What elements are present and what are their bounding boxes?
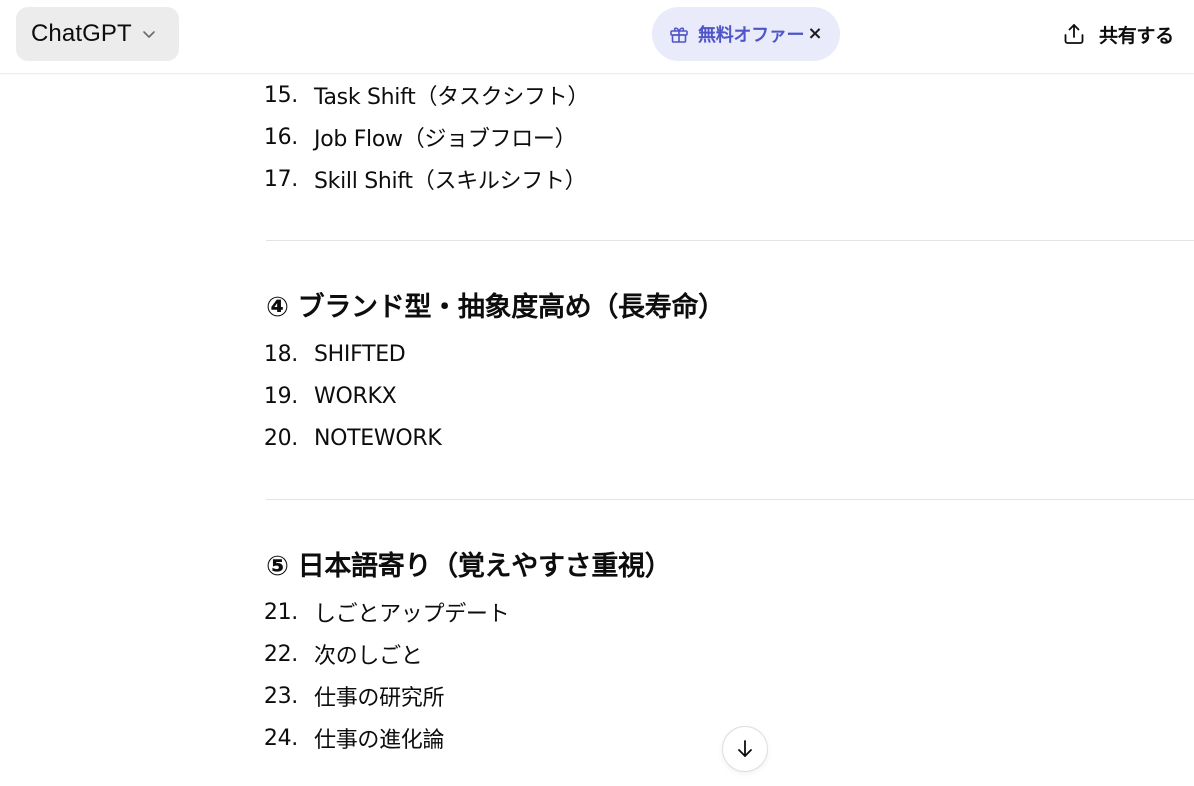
share-icon: [1061, 21, 1087, 47]
list-item: 17. Skill Shift（スキルシフト）: [264, 164, 587, 195]
arrow-down-icon: [734, 738, 756, 760]
list-number: 24.: [263, 725, 298, 751]
list-number: 21.: [263, 599, 298, 625]
model-name: ChatGPT: [31, 20, 132, 47]
model-selector-button[interactable]: ChatGPT: [16, 7, 179, 61]
section-divider: [266, 240, 1194, 241]
list-number: 19.: [263, 383, 298, 409]
list-number: 18.: [263, 341, 298, 367]
share-button[interactable]: 共有する: [1052, 12, 1182, 56]
list-text: Task Shift（タスクシフト）: [314, 85, 590, 110]
gift-icon: [668, 23, 690, 45]
list-text: SHIFTED: [314, 341, 406, 367]
list-number: 17.: [263, 166, 298, 192]
list-item: 16. Job Flow（ジョブフロー）: [264, 122, 577, 153]
free-offer-label: 無料オファー: [698, 25, 805, 46]
list-item: 22. 次のしごと: [264, 639, 423, 670]
section-divider: [266, 499, 1194, 500]
list-text: Skill Shift（スキルシフト）: [314, 169, 587, 194]
section-heading: ⑤ 日本語寄り（覚えやすさ重視）: [266, 551, 672, 582]
list-item: 18. SHIFTED: [264, 339, 406, 369]
chevron-down-icon: [141, 26, 157, 42]
list-text: 次のしごと: [314, 644, 423, 669]
list-text: NOTEWORK: [314, 425, 442, 451]
list-text: 仕事の進化論: [314, 728, 445, 753]
scroll-to-bottom-button[interactable]: [722, 726, 768, 772]
list-number: 23.: [263, 683, 298, 709]
close-offer-button[interactable]: ×: [804, 22, 826, 44]
free-offer-button[interactable]: 無料オファー ×: [652, 7, 840, 61]
list-item: 19. WORKX: [264, 381, 397, 411]
top-bar: ChatGPT 無料オファー × 共有する: [0, 0, 1194, 74]
section-heading: ④ ブランド型・抽象度高め（長寿命）: [266, 292, 725, 323]
list-text: WORKX: [314, 383, 397, 409]
list-number: 20.: [263, 425, 298, 451]
list-item: 15. Task Shift（タスクシフト）: [264, 80, 590, 111]
list-number: 22.: [263, 641, 298, 667]
list-number: 15.: [263, 82, 298, 108]
list-text: 仕事の研究所: [314, 686, 445, 711]
share-label: 共有する: [1099, 24, 1174, 47]
list-item: 24. 仕事の進化論: [264, 723, 445, 754]
list-number: 16.: [263, 124, 298, 150]
list-item: 21. しごとアップデート: [264, 597, 510, 628]
list-text: Job Flow（ジョブフロー）: [314, 127, 577, 152]
chat-page: ChatGPT 無料オファー × 共有する 15. Task Shift（タスク…: [0, 0, 1194, 786]
list-item: 20. NOTEWORK: [264, 423, 442, 453]
list-item: 23. 仕事の研究所: [264, 681, 445, 712]
list-text: しごとアップデート: [314, 602, 510, 627]
